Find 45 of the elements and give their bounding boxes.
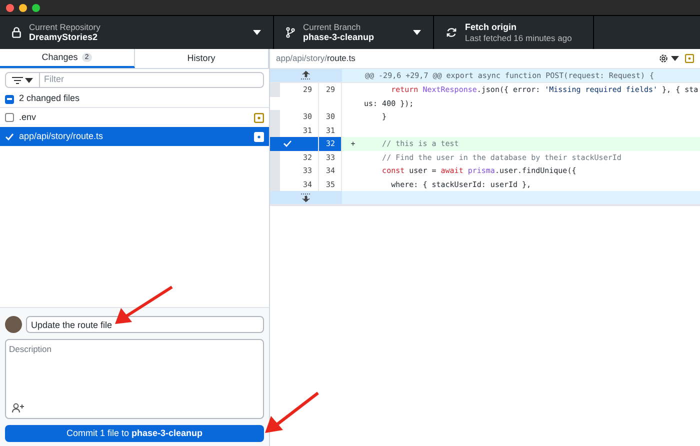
settings-icon	[658, 53, 669, 64]
modified-icon	[254, 112, 264, 122]
refresh-icon	[446, 27, 457, 38]
annotation-arrow	[265, 392, 319, 433]
add-coauthor-icon[interactable]	[12, 403, 24, 413]
description-field[interactable]: Description	[5, 339, 264, 419]
expand-up-icon[interactable]	[301, 71, 311, 80]
toolbar-value: phase-3-cleanup	[303, 32, 376, 44]
toolbar-button[interactable]: Current Branch phase-3-cleanup	[274, 16, 434, 49]
filter-icon	[12, 76, 23, 84]
toolbar-value: Last fetched 16 minutes ago	[465, 32, 573, 44]
changed-files-label: 2 changed files	[19, 92, 80, 106]
commit-button[interactable]: Commit 1 file to phase-3-cleanup	[5, 425, 264, 442]
branch-icon	[286, 27, 295, 38]
minimize-window-icon[interactable]	[19, 4, 27, 12]
select-all-checkbox[interactable]	[5, 94, 14, 104]
modified-icon	[685, 54, 694, 63]
lock-icon	[12, 27, 21, 38]
file-row[interactable]: app/api/story/route.ts	[0, 127, 269, 146]
avatar	[5, 316, 22, 333]
settings-button[interactable]	[658, 53, 679, 64]
toolbar-label: Fetch origin	[465, 22, 518, 33]
line-checkbox[interactable]	[280, 137, 318, 150]
file-checkbox[interactable]	[5, 113, 14, 122]
caret-icon	[413, 30, 421, 35]
line-gutter[interactable]	[270, 150, 280, 164]
modified-icon	[254, 132, 264, 142]
expand-down-icon[interactable]	[301, 193, 311, 202]
toolbar-button[interactable]: Fetch origin Last fetched 16 minutes ago	[434, 16, 594, 49]
filter-field[interactable]: Filter	[40, 72, 264, 88]
summary-field[interactable]: Update the route file	[26, 316, 264, 333]
file-path: .env	[19, 110, 38, 124]
toolbar-value: DreamyStories2	[29, 32, 99, 44]
toolbar-label: Current Branch	[303, 22, 362, 32]
file-path: app/api/story/route.ts	[19, 130, 104, 143]
caret-icon	[253, 30, 261, 35]
zoom-window-icon[interactable]	[32, 4, 40, 12]
caret-icon	[671, 56, 679, 61]
toolbar-label: Current Repository	[29, 22, 102, 32]
annotation-arrow	[115, 286, 173, 324]
filter-options-button[interactable]	[5, 72, 40, 88]
caret-icon	[25, 78, 33, 82]
diff-file-path: app/api/story/route.ts	[276, 52, 356, 65]
check-icon	[283, 140, 292, 148]
close-window-icon[interactable]	[6, 4, 14, 12]
